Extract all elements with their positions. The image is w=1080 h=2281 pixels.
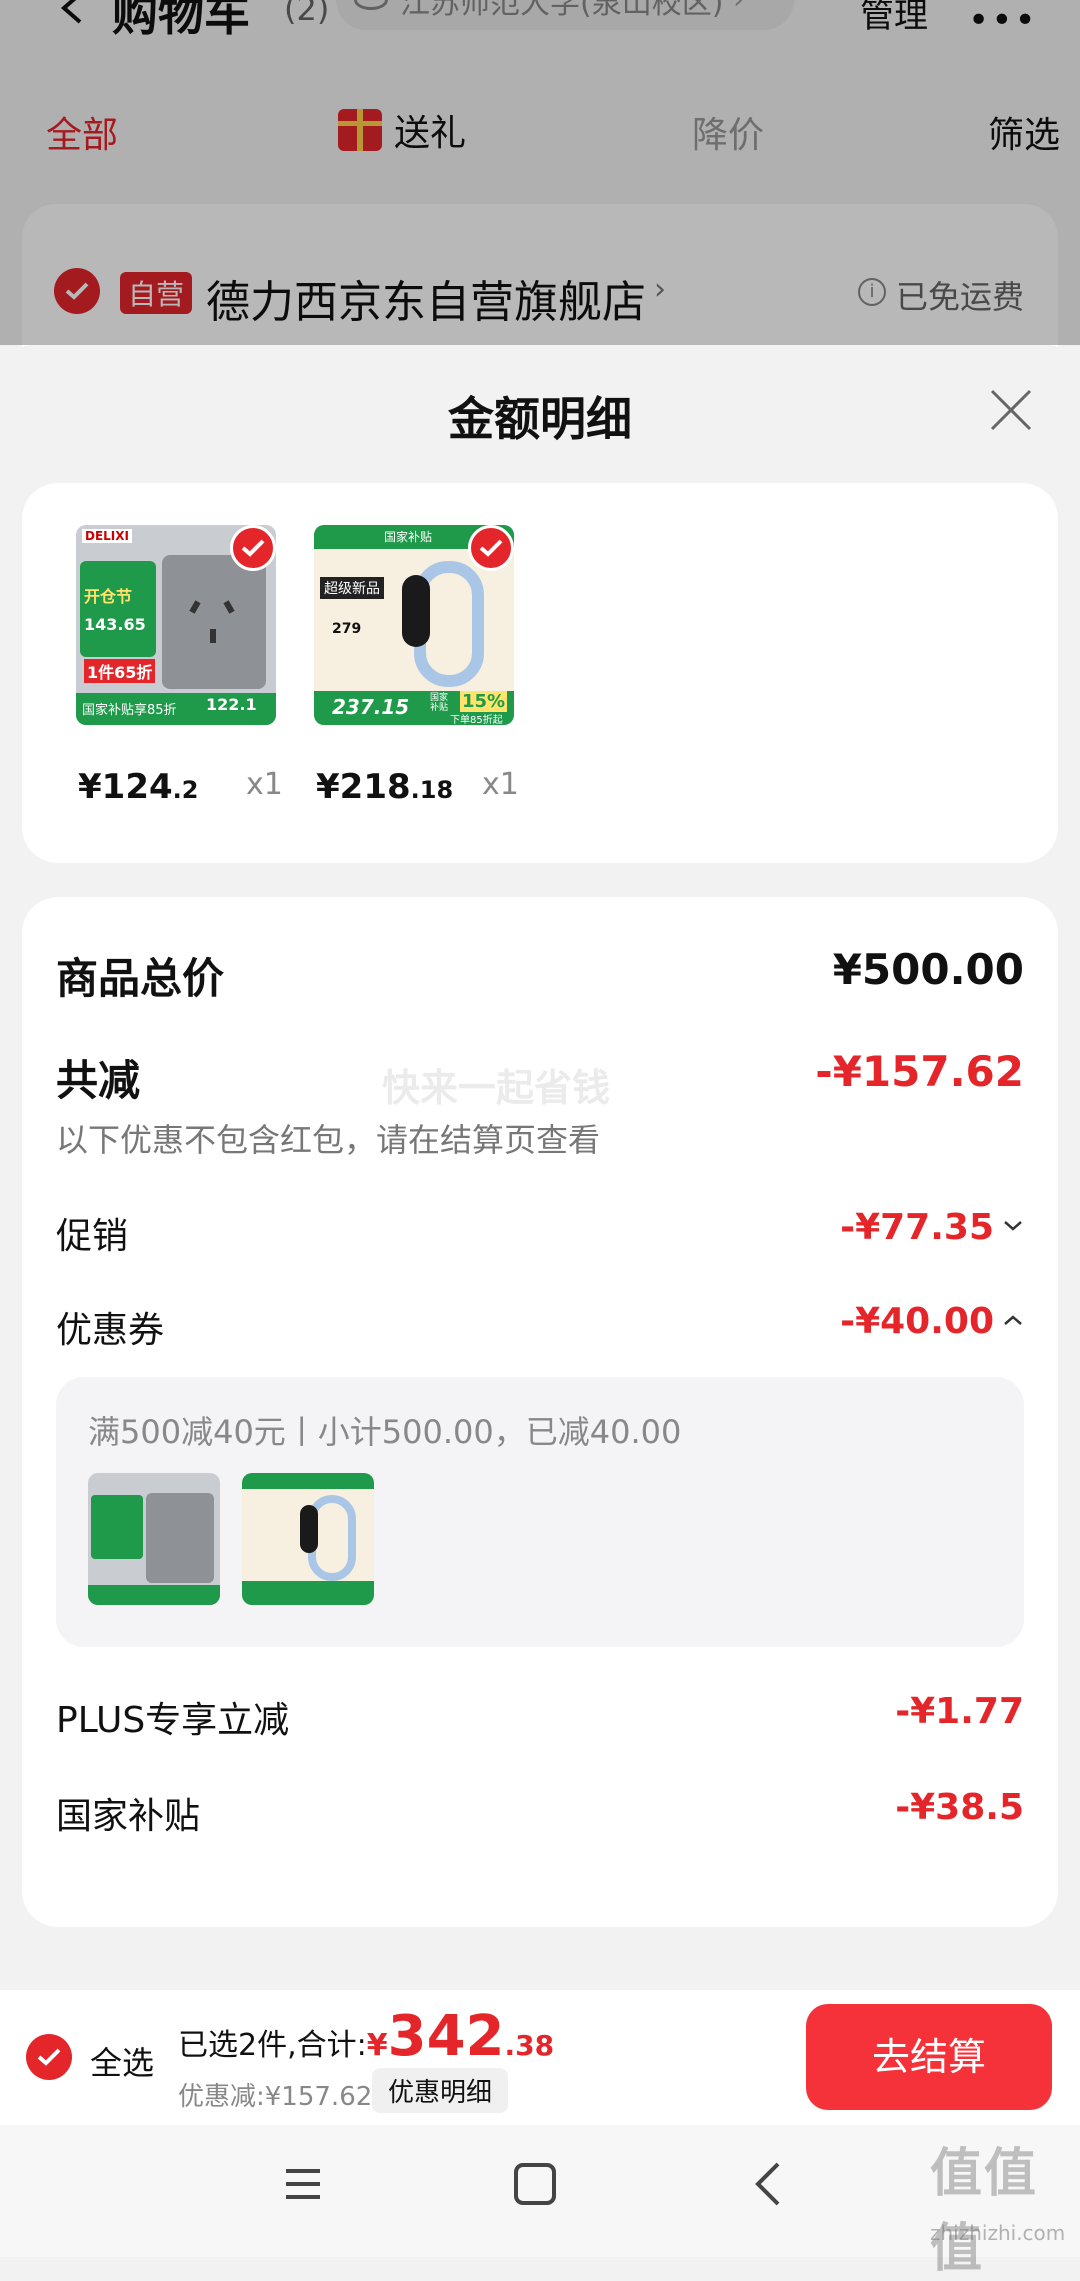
promo-footer-price: 237.15 <box>332 695 410 719</box>
home-icon[interactable] <box>514 2163 556 2205</box>
price-integer: ¥218 <box>316 767 411 807</box>
promo-discount-text: 1件65折 <box>84 659 156 683</box>
system-nav-bar: 值值值 zhizhizhi.com <box>0 2125 1080 2279</box>
coupon-detail-box: 满500减40元丨小计500.00，已减40.00 <box>56 1377 1024 1647</box>
selected-text: 已选2件,合计: <box>178 2028 367 2063</box>
promo-value: -¥77.35 <box>840 1207 994 1248</box>
promo-price-text: 279 <box>332 621 362 637</box>
promo-footer-text: 国家补贴享85折 <box>82 703 177 718</box>
socket-panel <box>162 555 266 689</box>
amount-card: 商品总价 ¥500.00 共减 快来一起省钱 -¥157.62 以下优惠不包含红… <box>22 897 1058 1927</box>
total-label: 商品总价 <box>56 954 225 1003</box>
checkout-bar: 全选 已选2件,合计: ¥ 342 .38 优惠减:¥157.62 优惠明细 去… <box>0 1990 1080 2125</box>
reduce-note: 以下优惠不包含红包，请在结算页查看 <box>56 1121 601 1159</box>
plus-value: -¥1.77 <box>895 1691 1024 1732</box>
price-decimal: .18 <box>410 776 454 804</box>
checkout-button[interactable]: 去结算 <box>806 2004 1052 2110</box>
brand-logo: DELIXI <box>82 529 132 543</box>
coupon-product-thumb <box>242 1473 374 1605</box>
reduce-label: 共减 <box>56 1056 141 1105</box>
chevron-down-icon <box>1002 1218 1024 1237</box>
total-currency: ¥ <box>366 2028 388 2063</box>
promo-price-text: 143.65 <box>84 615 146 634</box>
coupon-row-toggle[interactable]: -¥40.00 <box>840 1301 1024 1342</box>
product-price: ¥124.2 <box>78 767 198 807</box>
price-decimal: .2 <box>172 776 199 804</box>
total-decimal: .38 <box>504 2029 555 2062</box>
coupon-value: -¥40.00 <box>840 1301 994 1342</box>
plus-label: PLUS专享立减 <box>56 1700 290 1741</box>
select-all-label[interactable]: 全选 <box>90 2038 154 2084</box>
discount-text: 优惠减:¥157.62 <box>178 2082 373 2112</box>
back-nav-icon[interactable] <box>752 2161 782 2207</box>
selected-summary: 已选2件,合计: ¥ 342 .38 <box>178 2004 554 2069</box>
product-quantity: x1 <box>482 767 519 802</box>
watermark-text: 快来一起省钱 <box>382 1066 611 1110</box>
dim-overlay[interactable] <box>0 0 1080 345</box>
products-card: DELIXI 开仓节 143.65 1件65折 国家补贴享85折 122.1 ¥… <box>22 483 1058 863</box>
product-price: ¥218.18 <box>316 767 453 807</box>
reduce-value: -¥157.62 <box>815 1047 1024 1096</box>
close-icon[interactable] <box>988 387 1034 433</box>
amount-detail-sheet: 金额明细 DELIXI 开仓节 143.65 1件65折 国家补贴享85折 12… <box>0 345 1080 1990</box>
coupon-detail-text: 满500减40元丨小计500.00，已减40.00 <box>88 1413 682 1451</box>
promo-row-toggle[interactable]: -¥77.35 <box>840 1207 1024 1248</box>
promo-footer-subsidy: 国家补贴 <box>430 693 449 713</box>
product-check-icon[interactable] <box>468 525 514 571</box>
discount-detail-button[interactable]: 优惠明细 <box>372 2068 509 2113</box>
product-check-icon[interactable] <box>230 525 276 571</box>
site-watermark-url: zhizhizhi.com <box>930 2221 1066 2245</box>
promo-event-text: 开仓节 <box>84 587 133 606</box>
coupon-label: 优惠券 <box>56 1310 165 1351</box>
promo-footer-price: 122.1 <box>206 695 257 714</box>
new-product-text: 超级新品 <box>320 577 384 599</box>
select-all-check-icon[interactable] <box>26 2034 72 2080</box>
site-watermark: 值值值 <box>930 2144 1039 2279</box>
subsidy-value: -¥38.5 <box>895 1787 1024 1828</box>
chevron-up-icon <box>1002 1312 1024 1331</box>
subsidy-banner-text: 国家补贴 <box>384 530 433 544</box>
total-value: ¥500.00 <box>832 945 1024 994</box>
sheet-title: 金额明细 <box>448 392 632 446</box>
promo-footer-percent: 15% <box>460 691 508 712</box>
price-integer: ¥124 <box>78 767 173 807</box>
subsidy-label: 国家补贴 <box>56 1796 201 1837</box>
coupon-product-thumb <box>88 1473 220 1605</box>
recent-apps-icon[interactable] <box>284 2167 322 2201</box>
promo-label: 促销 <box>56 1216 129 1257</box>
band-screen <box>402 575 430 647</box>
total-integer: 342 <box>387 2004 505 2069</box>
product-quantity: x1 <box>246 767 283 802</box>
promo-banner <box>80 561 156 657</box>
promo-footer-note: 下单85折起 <box>450 715 503 725</box>
